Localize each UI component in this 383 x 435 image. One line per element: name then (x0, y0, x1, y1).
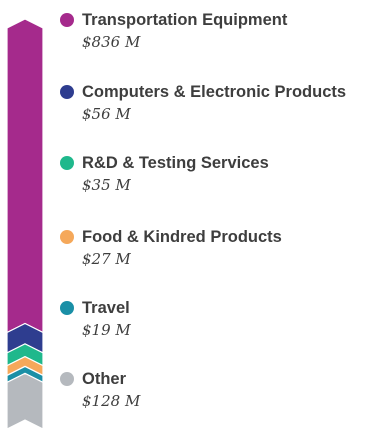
legend-label: Transportation Equipment (82, 11, 288, 29)
legend-value: $27 M (82, 250, 131, 268)
legend-label: Travel (82, 299, 130, 317)
legend-value: $35 M (82, 176, 131, 194)
legend-dot-rd-testing-services (60, 156, 74, 170)
stacked-bar-chart: Transportation Equipment $836 M Computer… (0, 0, 383, 435)
legend-dot-transportation-equipment (60, 13, 74, 27)
legend-label: R&D & Testing Services (82, 154, 269, 172)
legend-dot-travel (60, 301, 74, 315)
legend-dot-computers-electronic-products (60, 85, 74, 99)
legend-dot-food-kindred-products (60, 230, 74, 244)
legend-value: $19 M (82, 321, 131, 339)
legend-dot-other (60, 372, 74, 386)
legend-label: Computers & Electronic Products (82, 83, 347, 101)
legend-value: $836 M (82, 33, 141, 51)
legend-label: Food & Kindred Products (82, 228, 282, 246)
legend-label: Other (82, 370, 127, 388)
legend-value: $128 M (82, 392, 141, 410)
stacked-bar (6, 18, 44, 430)
legend-value: $56 M (82, 105, 131, 123)
bar-segment-1 (6, 18, 44, 334)
bar-segment-6 (6, 372, 44, 430)
